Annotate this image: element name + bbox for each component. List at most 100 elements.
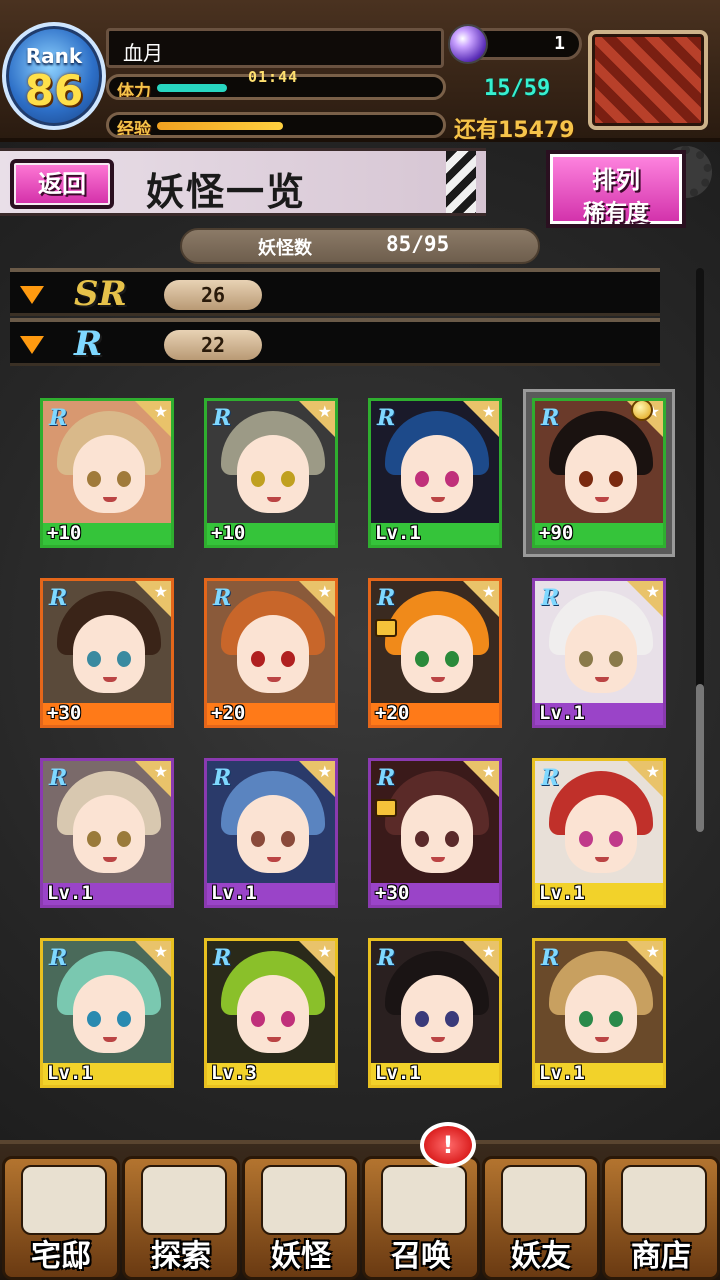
medal-icon xyxy=(631,401,653,421)
yokai-count-box: 妖怪数 85/95 xyxy=(180,228,540,264)
yokai-card[interactable]: ★ R Lv.1 xyxy=(532,938,666,1088)
portrait-eye xyxy=(281,831,295,847)
portrait-eye xyxy=(609,831,623,847)
portrait-eye xyxy=(609,471,623,487)
yokai-card[interactable]: ★ R +10 xyxy=(204,398,338,548)
card-level: Lv.1 xyxy=(211,882,257,904)
star-icon: ★ xyxy=(153,942,168,961)
yokai-card[interactable]: ★ R +10 xyxy=(40,398,174,548)
rarity-group-sr[interactable]: SR 26 xyxy=(10,268,660,316)
nav-label: 召唤 xyxy=(391,1239,451,1274)
nav-label: 宅邸 xyxy=(31,1239,91,1274)
nav-button-3[interactable]: 召唤 xyxy=(362,1156,480,1280)
yokai-card[interactable]: ★ R +30 xyxy=(368,758,502,908)
yokai-card[interactable]: ★ R Lv.1 xyxy=(368,398,502,548)
yokai-card[interactable]: ★ R Lv.1 xyxy=(532,578,666,728)
rarity-tag: R xyxy=(213,765,232,791)
yokai-card[interactable]: ★ R Lv.3 xyxy=(204,938,338,1088)
card-level: Lv.3 xyxy=(211,1062,257,1084)
scrollbar-thumb[interactable] xyxy=(696,684,704,832)
sort-button[interactable]: 排列 稀有度 xyxy=(546,150,686,228)
rank-badge[interactable]: Rank 86 xyxy=(2,22,106,130)
rank-label: Rank xyxy=(25,44,83,68)
yokai-card[interactable]: ★R+90 xyxy=(532,398,666,548)
nav-label: 商店 xyxy=(631,1239,691,1274)
star-icon: ★ xyxy=(481,942,496,961)
exp-fill xyxy=(157,122,283,130)
yokai-card[interactable]: ★ R +30 xyxy=(40,578,174,728)
portrait-eye xyxy=(87,471,101,487)
rarity-tag: R xyxy=(49,945,68,971)
nav-button-2[interactable]: 妖怪 xyxy=(242,1156,360,1280)
spirit-orb-icon xyxy=(448,24,488,64)
yokai-count-label: 妖怪数 xyxy=(258,238,312,259)
yokai-card[interactable]: ★ R Lv.1 xyxy=(40,938,174,1088)
sort-label: 排列 xyxy=(592,166,640,194)
star-icon: ★ xyxy=(153,762,168,781)
yokai-card[interactable]: ★ R Lv.1 xyxy=(40,758,174,908)
yokai-card[interactable]: ★ R Lv.1 xyxy=(368,938,502,1088)
treasure-chest-icon[interactable] xyxy=(588,30,708,130)
stamina-timer: 01:44 xyxy=(248,68,299,86)
yokai-card[interactable]: ★ R +20 xyxy=(204,578,338,728)
rarity-tag: R xyxy=(49,765,68,791)
rarity-group-r[interactable]: R 22 xyxy=(10,318,660,366)
nav-button-0[interactable]: 宅邸 xyxy=(2,1156,120,1280)
portrait-eye xyxy=(117,651,131,667)
decorative-stripe xyxy=(446,151,476,213)
nav-button-1[interactable]: 探索 xyxy=(122,1156,240,1280)
star-icon: ★ xyxy=(645,942,660,961)
rarity-count: 22 xyxy=(164,330,262,360)
portrait-eye xyxy=(87,651,101,667)
expand-arrow-icon xyxy=(20,286,44,304)
rarity-tag: R xyxy=(377,585,396,611)
orb-icon xyxy=(621,1165,707,1235)
card-level: +20 xyxy=(375,702,410,724)
nav-label: 探索 xyxy=(151,1239,211,1274)
back-button[interactable]: 返回 xyxy=(10,159,114,209)
portrait-eye xyxy=(251,471,265,487)
star-icon: ★ xyxy=(317,762,332,781)
status-header: Rank 86 血月 体力 01:44 经验 1 15/59 还有15479 xyxy=(0,0,720,143)
portrait-eye xyxy=(415,1011,429,1027)
portrait-eye xyxy=(251,831,265,847)
portrait-eye xyxy=(579,831,593,847)
yokai-card[interactable]: ★ R +20 xyxy=(368,578,502,728)
rarity-tag: R xyxy=(49,585,68,611)
nav-button-5[interactable]: 商店 xyxy=(602,1156,720,1280)
portrait-eye xyxy=(251,651,265,667)
scrollbar[interactable] xyxy=(696,268,704,832)
card-level: +30 xyxy=(47,702,82,724)
portrait-eye xyxy=(87,1011,101,1027)
stamina-value: 15/59 xyxy=(484,76,551,101)
card-level: Lv.1 xyxy=(375,522,421,544)
magnifier-icon xyxy=(141,1165,227,1235)
portrait-eye xyxy=(117,1011,131,1027)
nav-button-4[interactable]: 妖友 xyxy=(482,1156,600,1280)
exp-bar: 经验 xyxy=(106,112,446,138)
rarity-count: 26 xyxy=(164,280,262,310)
portrait-eye xyxy=(281,1011,295,1027)
nav-label: 妖友 xyxy=(511,1239,571,1274)
yokai-card[interactable]: ★ R Lv.1 xyxy=(532,758,666,908)
portrait-eye xyxy=(415,651,429,667)
rarity-badge: R xyxy=(74,324,103,364)
bottom-nav: 宅邸 探索 妖怪 召唤 妖友 商店 xyxy=(0,1140,720,1280)
rarity-tag: R xyxy=(213,585,232,611)
exp-label: 经验 xyxy=(117,120,151,138)
portrait-eye xyxy=(445,651,459,667)
rarity-tag: R xyxy=(377,765,396,791)
card-level: +30 xyxy=(375,882,410,904)
player-name: 血月 xyxy=(123,41,163,65)
card-level: Lv.1 xyxy=(539,1062,585,1084)
card-level: +10 xyxy=(47,522,82,544)
portrait-eye xyxy=(609,1011,623,1027)
portrait-eye xyxy=(415,831,429,847)
page-title: 妖怪一览 xyxy=(146,169,307,214)
star-icon: ★ xyxy=(153,582,168,601)
rarity-badge: SR xyxy=(74,274,127,314)
yokai-card[interactable]: ★ R Lv.1 xyxy=(204,758,338,908)
portrait-eye xyxy=(609,651,623,667)
rarity-tag: R xyxy=(49,405,68,431)
lock-icon xyxy=(375,619,397,637)
